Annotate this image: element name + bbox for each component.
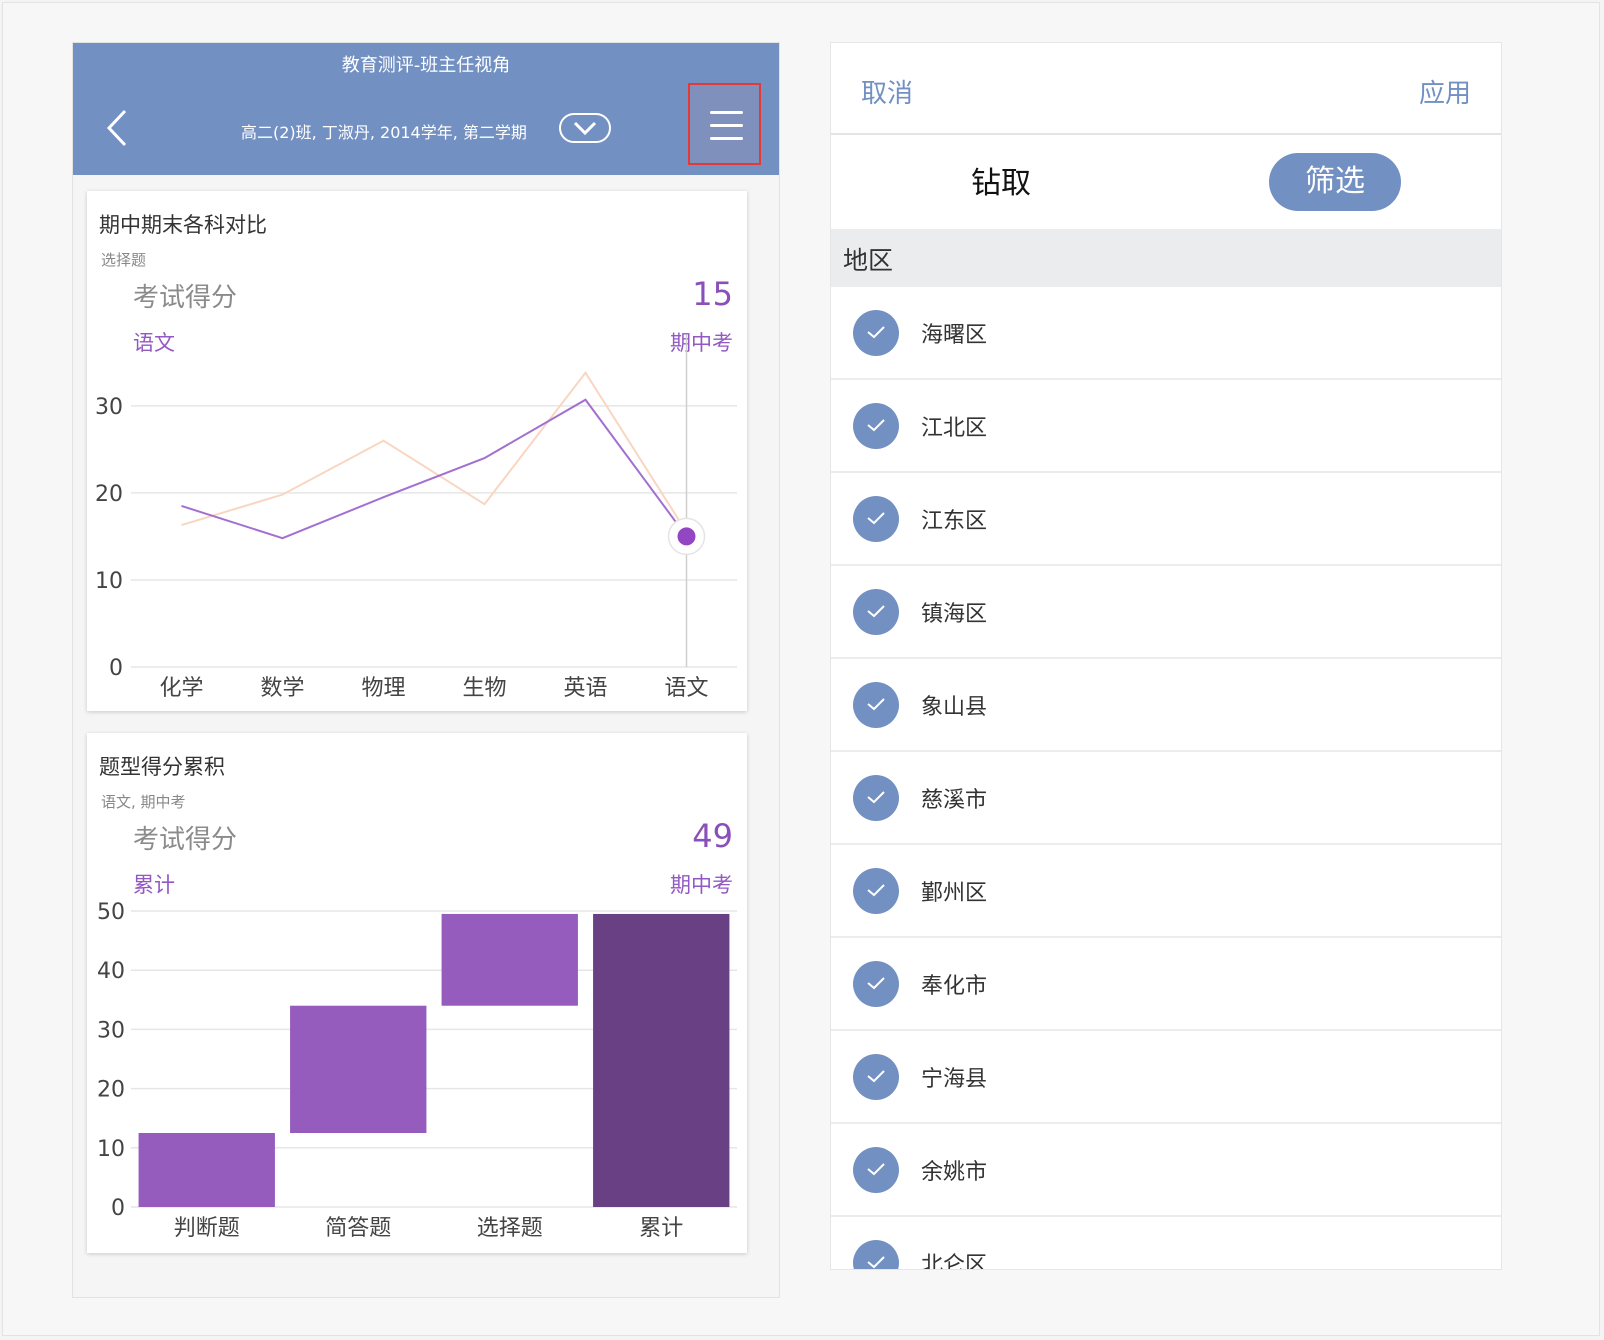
divider bbox=[831, 133, 1501, 135]
dashboard-screen: 教育测评-班主任视角 高二(2)班, 丁淑丹, 2014学年, 第二学期 期中期… bbox=[72, 42, 780, 1298]
x-tick-label: 累计 bbox=[639, 1216, 683, 1241]
region-item[interactable]: 镇海区 bbox=[831, 566, 1501, 659]
y-tick-label: 30 bbox=[95, 395, 123, 420]
series-line bbox=[181, 370, 688, 533]
x-tick-label: 化学 bbox=[159, 676, 203, 701]
region-item[interactable]: 慈溪市 bbox=[831, 752, 1501, 845]
region-item[interactable]: 海曙区 bbox=[831, 287, 1501, 380]
cancel-button[interactable]: 取消 bbox=[861, 73, 913, 110]
region-item[interactable]: 江东区 bbox=[831, 473, 1501, 566]
chevron-down-icon bbox=[573, 121, 597, 136]
region-item[interactable]: 余姚市 bbox=[831, 1124, 1501, 1217]
bar bbox=[290, 1005, 427, 1133]
region-section-header: 地区 bbox=[831, 229, 1501, 287]
waterfall-chart[interactable]: 0 10 20 30 40 50 判断题 简答题 选择题 累计 bbox=[87, 733, 747, 1253]
check-circle-icon[interactable] bbox=[853, 1054, 899, 1100]
y-tick-label: 10 bbox=[97, 1137, 125, 1162]
y-tick-label: 50 bbox=[97, 900, 125, 925]
region-item[interactable]: 宁海县 bbox=[831, 1031, 1501, 1124]
bar bbox=[593, 913, 730, 1207]
check-circle-icon[interactable] bbox=[853, 1240, 899, 1269]
region-item[interactable]: 奉化市 bbox=[831, 938, 1501, 1031]
tab-filter[interactable]: 筛选 bbox=[1269, 153, 1401, 211]
region-label: 慈溪市 bbox=[921, 788, 988, 813]
check-circle-icon[interactable] bbox=[853, 496, 899, 542]
y-tick-label: 30 bbox=[97, 1018, 125, 1043]
y-tick-label: 20 bbox=[95, 482, 123, 507]
hamburger-icon-bar bbox=[710, 124, 743, 127]
check-circle-icon[interactable] bbox=[853, 1147, 899, 1193]
hamburger-icon-bar bbox=[710, 137, 743, 140]
app-header: 教育测评-班主任视角 高二(2)班, 丁淑丹, 2014学年, 第二学期 bbox=[73, 43, 779, 175]
x-tick-label: 判断题 bbox=[174, 1216, 240, 1241]
region-item[interactable]: 象山县 bbox=[831, 659, 1501, 752]
chevron-left-icon bbox=[106, 109, 127, 147]
menu-button[interactable] bbox=[688, 83, 761, 165]
x-tick-label: 英语 bbox=[563, 676, 607, 701]
x-tick-label: 语文 bbox=[664, 676, 708, 701]
bar bbox=[138, 1133, 275, 1207]
region-label: 余姚市 bbox=[921, 1160, 988, 1185]
check-circle-icon[interactable] bbox=[853, 403, 899, 449]
region-item[interactable]: 江北区 bbox=[831, 380, 1501, 473]
y-tick-label: 20 bbox=[97, 1078, 125, 1103]
apply-button[interactable]: 应用 bbox=[1419, 73, 1471, 110]
context-subtitle: 高二(2)班, 丁淑丹, 2014学年, 第二学期 bbox=[241, 123, 527, 142]
region-label: 海曙区 bbox=[921, 323, 988, 348]
check-circle-icon[interactable] bbox=[853, 868, 899, 914]
y-tick-label: 0 bbox=[111, 1196, 125, 1221]
y-tick-label: 40 bbox=[97, 959, 125, 984]
tab-drill[interactable]: 钻取 bbox=[921, 155, 1081, 213]
check-circle-icon[interactable] bbox=[853, 775, 899, 821]
subject-comparison-card: 期中期末各科对比 选择题 考试得分 15 语文 期中考 0 10 20 30 化学 数学物… bbox=[87, 191, 747, 711]
line-chart[interactable]: 0 10 20 30 化学 数学 物理 生物 英语 语文 bbox=[87, 191, 747, 711]
region-label: 象山县 bbox=[921, 695, 988, 720]
region-label: 奉化市 bbox=[921, 974, 988, 999]
region-label: 镇海区 bbox=[921, 602, 988, 627]
series-line bbox=[181, 398, 688, 540]
region-label: 北仑区 bbox=[921, 1253, 988, 1270]
check-circle-icon[interactable] bbox=[853, 310, 899, 356]
region-item[interactable]: 北仑区 bbox=[831, 1217, 1501, 1270]
context-dropdown-toggle[interactable] bbox=[559, 113, 611, 143]
region-label: 鄞州区 bbox=[921, 881, 988, 906]
region-label: 江东区 bbox=[921, 509, 988, 534]
highlight-point bbox=[677, 527, 696, 546]
check-circle-icon[interactable] bbox=[853, 589, 899, 635]
region-label: 宁海县 bbox=[921, 1067, 988, 1092]
check-circle-icon[interactable] bbox=[853, 682, 899, 728]
x-tick-label: 物理 bbox=[361, 676, 405, 701]
x-tick-label: 选择题 bbox=[477, 1216, 543, 1241]
x-tick-label: 简答题 bbox=[325, 1216, 391, 1241]
app-title: 教育测评-班主任视角 bbox=[341, 55, 511, 76]
y-tick-label: 10 bbox=[95, 569, 123, 594]
x-tick-label: 数学 bbox=[260, 676, 304, 701]
filter-panel: 取消 应用 钻取 筛选 地区 海曙区江北区江东区镇海区象山县慈溪市鄞州区奉化市宁… bbox=[830, 42, 1502, 1270]
y-tick-label: 0 bbox=[109, 656, 123, 681]
region-item[interactable]: 鄞州区 bbox=[831, 845, 1501, 938]
region-label: 江北区 bbox=[921, 416, 988, 441]
back-button[interactable] bbox=[99, 105, 139, 151]
hamburger-icon bbox=[710, 111, 743, 114]
bar bbox=[441, 913, 578, 1006]
x-tick-label: 生物 bbox=[462, 676, 506, 701]
question-type-card: 题型得分累积 语文, 期中考 考试得分 49 累计 期中考 0 10 20 30 40 5… bbox=[87, 733, 747, 1253]
section-title: 地区 bbox=[843, 246, 894, 275]
check-circle-icon[interactable] bbox=[853, 961, 899, 1007]
